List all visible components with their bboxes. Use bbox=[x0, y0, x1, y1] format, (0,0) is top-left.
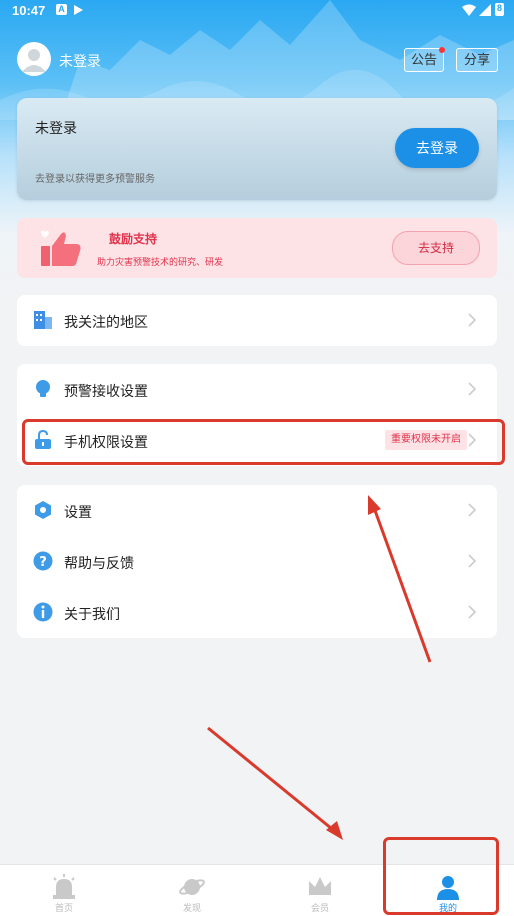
login-card: 未登录 去登录以获得更多预警服务 去登录 bbox=[17, 98, 497, 200]
notice-unread-dot bbox=[439, 47, 445, 53]
buildings-icon bbox=[34, 311, 52, 329]
wifi-icon bbox=[462, 4, 476, 16]
menu-item-label: 我关注的地区 bbox=[64, 314, 148, 330]
menu-group-general: 设置 ? 帮助与反馈 关于我们 bbox=[17, 485, 497, 638]
menu-item-alert-settings[interactable]: 预警接收设置 bbox=[17, 364, 497, 415]
tab-label: 首页 bbox=[54, 903, 73, 913]
avatar[interactable] bbox=[17, 42, 51, 76]
crown-icon bbox=[309, 877, 331, 895]
share-button[interactable]: 分享 bbox=[456, 48, 498, 72]
hexagon-settings-icon bbox=[35, 501, 51, 519]
avatar-placeholder-icon bbox=[22, 49, 46, 72]
menu-item-label: 设置 bbox=[64, 504, 92, 520]
tab-discover[interactable]: 发现 bbox=[128, 865, 256, 916]
chevron-right-icon bbox=[468, 313, 477, 327]
notification-a-icon: A bbox=[56, 4, 67, 15]
menu-item-label: 帮助与反馈 bbox=[64, 555, 134, 571]
alarm-icon bbox=[53, 874, 75, 899]
support-card-subtitle: 助力灾害预警技术的研究、研发 bbox=[97, 257, 224, 267]
planet-icon bbox=[179, 879, 205, 895]
tab-label: 发现 bbox=[182, 903, 201, 913]
menu-item-followed-regions[interactable]: 我关注的地区 bbox=[17, 295, 497, 346]
info-icon bbox=[33, 602, 53, 622]
svg-text:?: ? bbox=[39, 555, 47, 570]
menu-item-label: 预警接收设置 bbox=[64, 383, 148, 399]
chevron-right-icon bbox=[468, 503, 477, 517]
annotation-highlight-permissions bbox=[22, 419, 505, 465]
username-label: 未登录 bbox=[59, 53, 101, 69]
menu-item-settings[interactable]: 设置 bbox=[17, 485, 497, 536]
support-card-title: 鼓励支持 bbox=[109, 232, 158, 246]
support-card: 鼓励支持 助力灾害预警技术的研究、研发 去支持 bbox=[17, 218, 497, 278]
play-store-icon bbox=[74, 5, 83, 15]
share-button-label: 分享 bbox=[463, 52, 490, 67]
battery-icon: 8 bbox=[495, 3, 504, 16]
menu-group-regions: 我关注的地区 bbox=[17, 295, 497, 346]
lightbulb-icon bbox=[36, 380, 50, 397]
chevron-right-icon bbox=[468, 605, 477, 619]
menu-item-about-us[interactable]: 关于我们 bbox=[17, 587, 497, 638]
signal-icon bbox=[479, 4, 491, 16]
chevron-right-icon bbox=[468, 382, 477, 396]
tab-home[interactable]: 首页 bbox=[0, 865, 128, 916]
menu-item-help-feedback[interactable]: ? 帮助与反馈 bbox=[17, 536, 497, 587]
notice-button[interactable]: 公告 bbox=[404, 47, 445, 72]
thumbs-up-icon bbox=[41, 230, 81, 266]
question-icon: ? bbox=[33, 551, 53, 571]
status-bar: 10:47 A 8 bbox=[0, 0, 514, 22]
notice-button-label: 公告 bbox=[410, 52, 437, 67]
menu-item-label: 关于我们 bbox=[64, 606, 120, 622]
login-card-subtitle: 去登录以获得更多预警服务 bbox=[35, 174, 155, 185]
tab-label: 会员 bbox=[310, 903, 329, 913]
support-button[interactable]: 去支持 bbox=[392, 231, 480, 265]
tab-membership[interactable]: 会员 bbox=[256, 865, 384, 916]
status-time: 10:47 bbox=[12, 3, 46, 18]
annotation-highlight-mine-tab bbox=[383, 837, 499, 915]
login-card-title: 未登录 bbox=[35, 120, 77, 136]
login-button[interactable]: 去登录 bbox=[395, 128, 479, 168]
chevron-right-icon bbox=[468, 554, 477, 568]
